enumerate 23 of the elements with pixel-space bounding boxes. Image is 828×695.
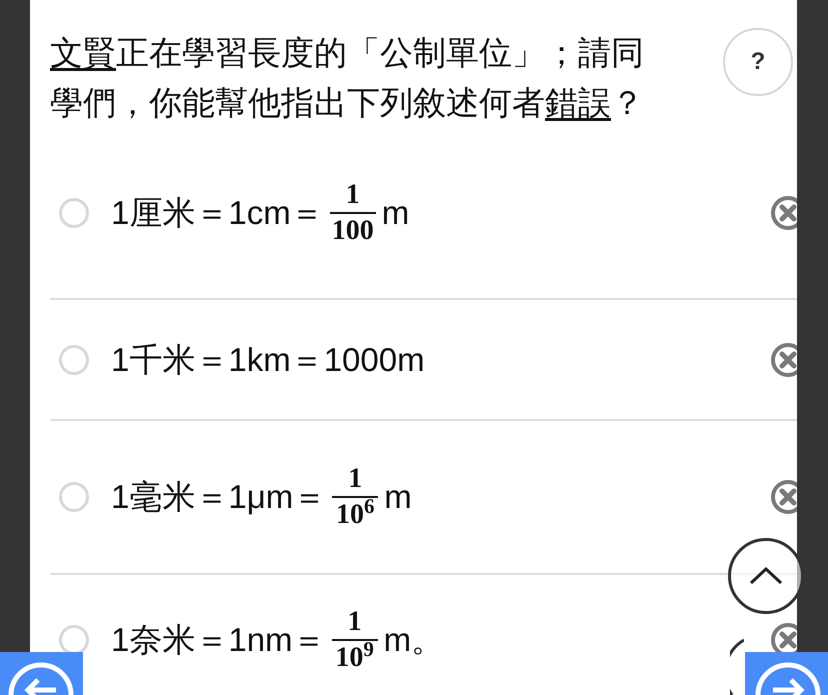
radio-button[interactable] bbox=[59, 482, 89, 512]
option-text: 1奈米＝1nm＝ bbox=[111, 620, 326, 660]
chevron-up-icon bbox=[748, 566, 784, 586]
arrow-right-icon bbox=[753, 660, 823, 695]
radio-button[interactable] bbox=[59, 344, 89, 374]
denominator: 10$^{9}$ bbox=[334, 641, 375, 675]
unit-text: m。 bbox=[384, 620, 444, 660]
denominator: 10$^{6}$ bbox=[334, 498, 376, 532]
numerator: 1 bbox=[344, 178, 361, 212]
unit-text: m bbox=[384, 477, 412, 518]
option-text: 1厘米＝1cm＝ bbox=[111, 193, 324, 234]
option-text: 1毫米＝1μm＝ bbox=[111, 477, 326, 518]
question-text: 文賢正在學習長度的「公制單位」；請同學們，你能幫他指出下列敘述何者錯誤？ bbox=[50, 33, 645, 123]
denominator: 100 bbox=[330, 214, 375, 248]
arrow-left-icon bbox=[6, 660, 76, 695]
radio-button[interactable] bbox=[59, 198, 89, 228]
option-text: 1千米＝1km＝1000m bbox=[111, 340, 425, 380]
previous-button[interactable] bbox=[0, 652, 83, 695]
numerator: 1 bbox=[347, 462, 364, 496]
unit-text: m bbox=[382, 193, 410, 234]
help-button[interactable]: ? bbox=[723, 28, 793, 96]
circle-button[interactable] bbox=[730, 637, 744, 695]
numerator: 1 bbox=[346, 605, 363, 639]
